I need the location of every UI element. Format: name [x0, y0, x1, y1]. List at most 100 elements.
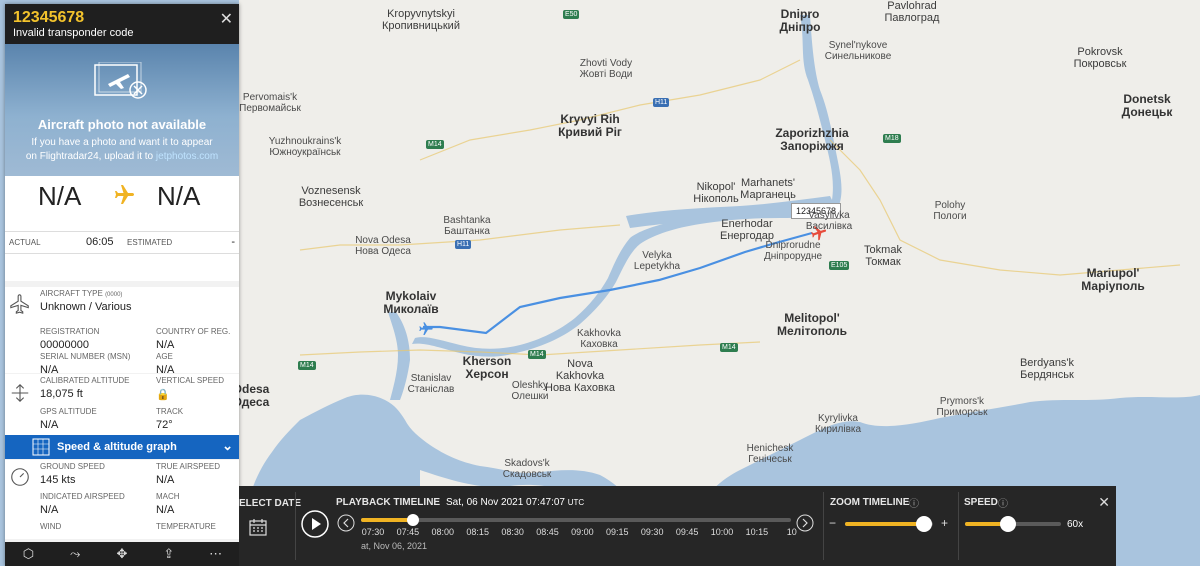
city-label: Polohy Пологи: [933, 200, 967, 222]
city-label: Dniprorudne Дніпрорудне: [763, 240, 823, 262]
help-icon[interactable]: ⓘ: [998, 495, 1008, 510]
close-playback-icon[interactable]: ✕: [1098, 494, 1110, 511]
timeline-tick-label: 08:00: [431, 527, 455, 537]
aircraft-start-icon[interactable]: [418, 321, 434, 337]
aircraft-section: AIRCRAFT TYPE (0000) Unknown / Various R…: [5, 281, 239, 376]
city-label: Kakhovka Каховка: [577, 328, 621, 350]
city-label: Pavlohrad Павлоград: [884, 0, 940, 24]
city-label: Bashtanka Баштанка: [443, 215, 491, 237]
timeline-progress: [361, 518, 413, 522]
playback-timezone: UTC: [567, 498, 585, 507]
speed-knob[interactable]: [1000, 516, 1017, 532]
playback-bar: ELECT DATE PLAYBACK TIMELINE Sat, 06 Nov…: [239, 486, 1116, 566]
vertical-speed-field: VERTICAL SPEED 🔒: [156, 376, 224, 401]
flight-info-panel: 12345678 Invalid transponder code ✕ Airc…: [5, 4, 239, 566]
timeline-tick-label: 09:45: [675, 527, 699, 537]
indicated-airspeed-field: INDICATED AIRSPEED N/A: [40, 492, 125, 516]
chevron-down-icon: ⌄: [222, 438, 233, 453]
help-icon[interactable]: ⓘ: [909, 495, 919, 510]
country-value: N/A: [156, 339, 175, 351]
road-shield: M18: [883, 134, 901, 143]
timeline-date-note: at, Nov 06, 2021: [361, 541, 428, 551]
road-shield: M14: [528, 350, 546, 359]
mach-field: MACH N/A: [156, 492, 180, 516]
no-photo-icon: [94, 62, 147, 99]
mach-value: N/A: [156, 504, 175, 516]
city-label: Zaporizhzhia Запоріжжя: [775, 126, 849, 153]
indicated-airspeed-label: INDICATED AIRSPEED: [40, 492, 125, 501]
timeline-knob[interactable]: [406, 514, 419, 526]
3d-view-icon[interactable]: ⬡: [18, 546, 38, 562]
zoom-slider[interactable]: [845, 516, 933, 532]
zoom-timeline-label: ZOOM TIMELINE: [830, 497, 910, 508]
route-icon[interactable]: ⤳: [65, 546, 85, 562]
road-shield: H11: [653, 98, 670, 107]
route-summary: N/A N/A: [5, 176, 239, 231]
ground-speed-field: GROUND SPEED 145 kts: [40, 462, 105, 486]
zoom-knob[interactable]: [916, 516, 933, 532]
actual-label: ACTUAL: [9, 238, 41, 247]
age-label: AGE: [156, 352, 173, 361]
speed-slider[interactable]: [965, 516, 1061, 532]
serial-label: SERIAL NUMBER (MSN): [40, 352, 131, 361]
speedometer-icon: [11, 468, 29, 486]
city-label: Enerhodar Енергодар: [720, 218, 774, 242]
gps-altitude-value: N/A: [40, 419, 59, 431]
registration-field: REGISTRATION 00000000: [40, 327, 99, 351]
lock-icon: 🔒: [156, 389, 170, 401]
city-label: Berdyans'k Бердянськ: [1019, 357, 1075, 381]
timeline-tick-label: 07:45: [396, 527, 420, 537]
timeline-tick-label: 09:30: [640, 527, 664, 537]
city-label: Voznesensk Вознесенськ: [298, 185, 364, 209]
altitude-icon: [11, 383, 29, 403]
destination-code: N/A: [157, 181, 201, 211]
calibrated-altitude-value: 18,075 ft: [40, 388, 83, 400]
city-label: Nikopol' Нікополь: [693, 181, 739, 205]
mach-label: MACH: [156, 492, 180, 501]
altitude-section: CALIBRATED ALTITUDE 18,075 ft VERTICAL S…: [5, 373, 239, 435]
graph-icon: [32, 438, 50, 456]
country-label: COUNTRY OF REG.: [156, 327, 231, 336]
country-field: COUNTRY OF REG. N/A: [156, 327, 230, 351]
panel-spacer: [5, 253, 239, 281]
panel-header: 12345678 Invalid transponder code ✕: [5, 4, 239, 44]
wind-label: WIND: [40, 522, 62, 531]
city-label: Henichesk Генічеськ: [746, 443, 794, 465]
photo-unavailable-title: Aircraft photo not available: [37, 117, 207, 132]
timeline-tick-label: 08:15: [466, 527, 489, 537]
jetphotos-link[interactable]: jetphotos.com: [156, 151, 218, 162]
close-icon[interactable]: ✕: [220, 9, 233, 29]
city-label: Velyka Lepetykha: [633, 250, 681, 272]
wind-field: WIND: [40, 522, 61, 531]
city-label: Synel'nykove Синельникове: [824, 40, 892, 62]
road-shield: E50: [563, 10, 580, 19]
step-back-button[interactable]: [337, 514, 355, 532]
city-label: Kherson Херсон: [462, 354, 512, 381]
city-label: Stanislav Станіслав: [407, 373, 455, 395]
temperature-label: TEMPERATURE: [156, 522, 216, 531]
timeline-track[interactable]: [361, 514, 791, 526]
divider: [958, 492, 959, 560]
speed-label: SPEED: [964, 497, 998, 508]
road-shield: E105: [829, 261, 850, 270]
zoom-plus-button[interactable]: +: [941, 516, 948, 530]
track-field: TRACK 72°: [156, 407, 183, 431]
true-airspeed-value: N/A: [156, 474, 175, 486]
calendar-icon[interactable]: [249, 518, 267, 536]
timeline-tick-label: 09:00: [571, 527, 594, 537]
timeline-tick-label: 10:00: [710, 527, 734, 537]
road-shield: M14: [298, 361, 316, 370]
share-icon[interactable]: ⇪: [159, 546, 179, 562]
city-label: Tokmak Токмак: [864, 244, 902, 268]
estimated-time: -: [231, 236, 235, 248]
actual-time: 06:05: [86, 236, 114, 248]
step-forward-button[interactable]: [796, 514, 814, 532]
aircraft-type-value: Unknown / Various: [40, 301, 132, 313]
zoom-minus-button[interactable]: −: [829, 516, 836, 530]
playback-timeline-label: PLAYBACK TIMELINE: [336, 497, 441, 508]
more-icon[interactable]: ⋯: [206, 546, 226, 562]
follow-icon[interactable]: ✥: [112, 546, 132, 562]
play-button[interactable]: [301, 510, 329, 538]
speed-altitude-graph-toggle[interactable]: Speed & altitude graph ⌄: [5, 435, 239, 459]
city-label: Melitopol' Мелітополь: [777, 311, 847, 338]
